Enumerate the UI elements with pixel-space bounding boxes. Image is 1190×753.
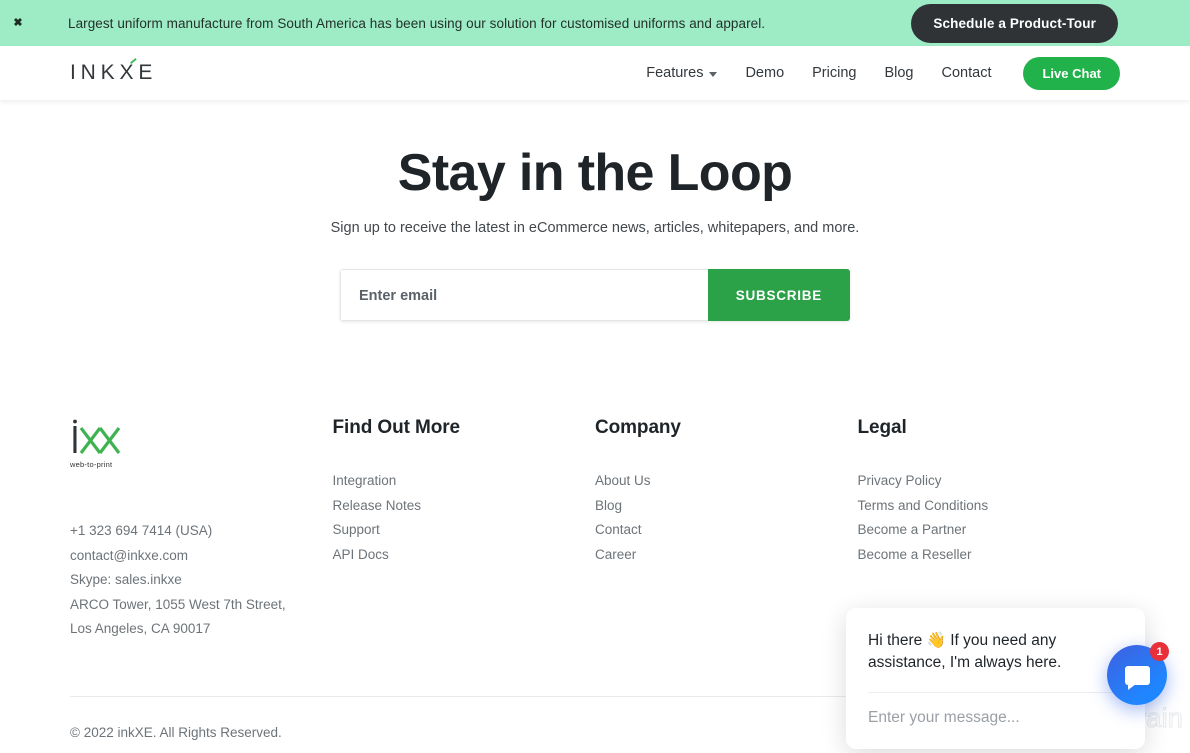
footer-link-release-notes[interactable]: Release Notes — [333, 494, 596, 519]
chat-launcher-button[interactable]: 1 — [1107, 642, 1169, 705]
brand-text-part2: X — [119, 61, 139, 84]
main-navigation: Features Demo Pricing Blog Contact Live … — [646, 56, 1120, 90]
contact-skype: Skype: sales.inkxe — [70, 572, 182, 588]
footer-link-become-a-partner[interactable]: Become a Partner — [858, 518, 1121, 543]
site-footer: web-to-print +1 323 694 7414 (USA) conta… — [0, 321, 1190, 642]
footer-link-terms-and-conditions[interactable]: Terms and Conditions — [858, 494, 1121, 519]
footer-link-become-a-reseller[interactable]: Become a Reseller — [858, 543, 1121, 568]
promo-message: Largest uniform manufacture from South A… — [68, 15, 766, 31]
footer-link-integration[interactable]: Integration — [333, 469, 596, 494]
footer-link-privacy-policy[interactable]: Privacy Policy — [858, 469, 1121, 494]
footer-link-about-us[interactable]: About Us — [595, 469, 858, 494]
footer-heading-legal: Legal — [857, 417, 907, 439]
nav-item-contact[interactable]: Contact — [942, 65, 992, 81]
chat-message-input[interactable]: Enter your message... — [868, 692, 1123, 749]
footer-logo-tagline: web-to-print — [70, 460, 113, 470]
footer-heading-find-out-more: Find Out More — [332, 417, 461, 439]
newsletter-subtitle: Sign up to receive the latest in eCommer… — [330, 220, 860, 237]
nav-label-features: Features — [646, 65, 704, 81]
brand-text-part1: INK — [70, 61, 120, 84]
chat-bubble-icon — [1124, 665, 1150, 690]
footer-heading-company: Company — [595, 417, 681, 439]
ikx-logo-icon — [73, 419, 121, 455]
brand-logo[interactable]: INK X E — [70, 58, 158, 85]
footer-contact-info: +1 323 694 7414 (USA) contact@inkxe.com … — [70, 519, 333, 642]
contact-phone: +1 323 694 7414 (USA) — [70, 523, 213, 539]
footer-link-career[interactable]: Career — [595, 543, 858, 568]
subscribe-button[interactable]: SUBSCRIBE — [707, 269, 850, 322]
footer-link-contact[interactable]: Contact — [595, 518, 858, 543]
site-header: INK X E Features Demo Pricing Blog Contact… — [0, 46, 1190, 100]
footer-link-support[interactable]: Support — [333, 518, 596, 543]
live-chat-button[interactable]: Live Chat — [1023, 56, 1120, 90]
footer-link-blog[interactable]: Blog — [595, 494, 858, 519]
subscribe-form: SUBSCRIBE — [340, 269, 850, 322]
footer-links-company: About Us Blog Contact Career — [595, 469, 858, 567]
footer-brand-column: web-to-print +1 323 694 7414 (USA) conta… — [70, 417, 333, 642]
email-input[interactable] — [340, 269, 708, 322]
newsletter-section: Stay in the Loop Sign up to receive the … — [0, 100, 1190, 322]
nav-item-blog[interactable]: Blog — [884, 65, 913, 81]
chat-greeting-message: Hi there 👋 If you need any assistance, I… — [868, 630, 1123, 674]
nav-item-features[interactable]: Features — [646, 65, 718, 81]
footer-links-legal: Privacy Policy Terms and Conditions Beco… — [858, 469, 1121, 567]
brand-x-mark: X — [119, 58, 139, 85]
footer-links-find-out-more: Integration Release Notes Support API Do… — [333, 469, 596, 567]
chat-greeting-before: Hi there — [868, 632, 927, 649]
chat-unread-badge: 1 — [1150, 642, 1169, 661]
close-icon[interactable]: ✖ — [0, 17, 36, 29]
promo-banner: ✖ Largest uniform manufacture from South… — [0, 0, 1190, 46]
brand-text-part3: E — [138, 61, 158, 84]
page-title: Stay in the Loop — [397, 144, 793, 202]
waving-hand-icon: 👋 — [926, 632, 946, 649]
chevron-down-icon — [709, 71, 718, 77]
footer-column-find-out-more: Find Out More Integration Release Notes … — [333, 417, 596, 642]
contact-email: contact@inkxe.com — [70, 547, 188, 563]
contact-address-line1: ARCO Tower, 1055 West 7th Street, — [70, 596, 286, 612]
footer-logo[interactable]: web-to-print — [70, 417, 122, 469]
footer-column-company: Company About Us Blog Contact Career — [595, 417, 858, 642]
nav-item-demo[interactable]: Demo — [745, 65, 784, 81]
chat-panel: Hi there 👋 If you need any assistance, I… — [846, 608, 1145, 749]
schedule-product-tour-button[interactable]: Schedule a Product-Tour — [911, 3, 1118, 43]
contact-address-line2: Los Angeles, CA 90017 — [70, 621, 211, 637]
nav-item-pricing[interactable]: Pricing — [812, 65, 856, 81]
footer-link-api-docs[interactable]: API Docs — [333, 543, 596, 568]
